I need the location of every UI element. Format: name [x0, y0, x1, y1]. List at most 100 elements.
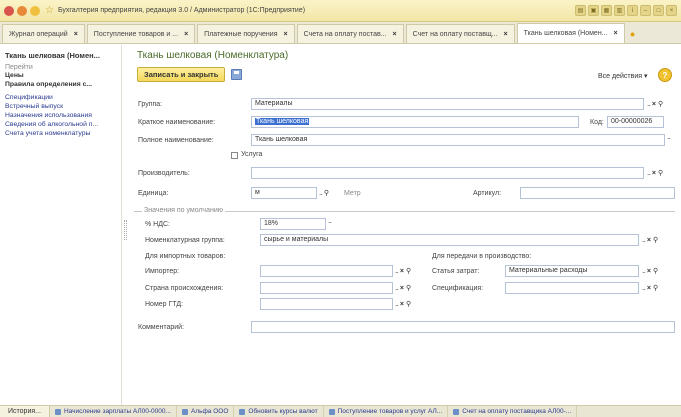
open-search-icon[interactable]: ⚲: [406, 284, 411, 292]
close-tab-icon[interactable]: ×: [614, 30, 618, 37]
tab-receipts[interactable]: Поступление товаров и ... ×: [86, 24, 196, 43]
close-icon[interactable]: ×: [666, 5, 677, 16]
close-tab-icon[interactable]: ×: [184, 31, 188, 38]
spec-field-buttons: ... × ⚲: [642, 282, 658, 294]
select-dots-icon[interactable]: ...: [647, 101, 651, 108]
gtd-field[interactable]: [260, 298, 393, 310]
favorites-star-icon[interactable]: ☆: [45, 5, 54, 16]
save-icon[interactable]: ▣: [588, 5, 599, 16]
group-field-buttons: ... × ⚲: [647, 98, 663, 110]
short-name-field[interactable]: Ткань шелковая: [251, 116, 579, 128]
history-item[interactable]: Счет на оплату поставщика АЛ00-...: [448, 405, 578, 417]
nav-form-title: Ткань шелковая (Номен...: [5, 51, 100, 60]
help-icon[interactable]: ?: [658, 68, 672, 82]
spec-field[interactable]: [505, 282, 639, 294]
clear-icon[interactable]: ×: [647, 268, 651, 275]
close-tab-icon[interactable]: ×: [504, 31, 508, 38]
close-tab-icon[interactable]: ×: [74, 31, 78, 38]
origin-label: Страна происхождения:: [145, 285, 224, 292]
cost-item-field-buttons: ... × ⚲: [642, 265, 658, 277]
forward-icon[interactable]: [30, 5, 40, 16]
nav-item-usage-purposes[interactable]: Назначения использования: [5, 111, 116, 120]
clear-icon[interactable]: ×: [400, 285, 404, 292]
clear-icon[interactable]: ×: [647, 237, 651, 244]
open-search-icon[interactable]: ⚲: [658, 169, 663, 177]
save-disk-icon[interactable]: [231, 69, 242, 80]
importer-field[interactable]: [260, 265, 393, 277]
clear-icon[interactable]: ×: [400, 268, 404, 275]
full-name-field[interactable]: Ткань шелковая: [251, 134, 665, 146]
open-search-icon[interactable]: ⚲: [406, 300, 411, 308]
select-dots-icon[interactable]: ...: [319, 190, 323, 197]
clear-icon[interactable]: ×: [652, 170, 656, 177]
tab-silk-fabric[interactable]: Ткань шелковая (Номен... ×: [516, 23, 625, 43]
history-item[interactable]: Альфа ООО: [177, 405, 235, 417]
print-icon[interactable]: ▤: [575, 5, 586, 16]
group-field[interactable]: Материалы: [251, 98, 644, 110]
unit-field-buttons: ... ⚲: [319, 187, 329, 199]
full-name-dots-icon[interactable]: ...: [667, 134, 671, 146]
nav-item-counter-release[interactable]: Встречный выпуск: [5, 102, 116, 111]
cost-item-field[interactable]: Материальные расходы: [505, 265, 639, 277]
unit-field[interactable]: м: [251, 187, 317, 199]
short-name-value: Ткань шелковая: [255, 118, 310, 125]
history-item[interactable]: Обновить курсы валют: [234, 405, 324, 417]
nom-group-field[interactable]: сырье и материалы: [260, 234, 639, 246]
open-search-icon[interactable]: ⚲: [658, 100, 663, 108]
service-checkbox[interactable]: [231, 152, 238, 159]
nav-item-prices[interactable]: Цены: [5, 71, 116, 80]
back-icon[interactable]: [17, 5, 27, 16]
close-tab-icon[interactable]: ×: [284, 31, 288, 38]
save-and-close-button[interactable]: Записать и закрыть: [137, 67, 226, 82]
origin-field[interactable]: [260, 282, 393, 294]
spec-label: Спецификация:: [432, 285, 484, 292]
clear-icon[interactable]: ×: [400, 301, 404, 308]
tab-more-icon[interactable]: ●: [627, 24, 639, 43]
close-tab-icon[interactable]: ×: [393, 31, 397, 38]
select-dots-icon[interactable]: ...: [395, 301, 399, 308]
history-item[interactable]: Начисление зарплаты АЛ00-0000...: [50, 405, 177, 417]
comment-field[interactable]: [251, 321, 675, 333]
open-search-icon[interactable]: ⚲: [653, 267, 658, 275]
select-dots-icon[interactable]: ...: [647, 170, 651, 177]
navigation-panel: Ткань шелковая (Номен... Перейти Цены Пр…: [0, 45, 122, 405]
maximize-icon[interactable]: □: [653, 5, 664, 16]
vat-dots-icon[interactable]: ...: [328, 218, 332, 230]
open-search-icon[interactable]: ⚲: [324, 189, 329, 197]
nav-item-rules[interactable]: Правила определения с...: [5, 80, 116, 89]
info-icon[interactable]: i: [627, 5, 638, 16]
select-dots-icon[interactable]: ...: [642, 285, 646, 292]
manufacturer-field[interactable]: [251, 167, 644, 179]
clear-icon[interactable]: ×: [647, 285, 651, 292]
panel-splitter[interactable]: [124, 220, 127, 240]
nav-item-specifications[interactable]: Спецификации: [5, 93, 116, 102]
select-dots-icon[interactable]: ...: [642, 268, 646, 275]
tab-supplier-invoice[interactable]: Счет на оплату поставщ... ×: [405, 24, 515, 43]
document-icon: [54, 408, 61, 415]
history-button[interactable]: История...: [0, 405, 50, 417]
open-search-icon[interactable]: ⚲: [406, 267, 411, 275]
open-search-icon[interactable]: ⚲: [653, 284, 658, 292]
select-dots-icon[interactable]: ...: [395, 285, 399, 292]
tab-bar: Журнал операций × Поступление товаров и .…: [0, 22, 681, 44]
code-field[interactable]: 00-00000026: [607, 116, 664, 128]
calc-icon[interactable]: ▦: [601, 5, 612, 16]
article-field[interactable]: [520, 187, 675, 199]
close-window-icon[interactable]: [4, 5, 14, 16]
select-dots-icon[interactable]: ...: [642, 237, 646, 244]
clear-icon[interactable]: ×: [652, 101, 656, 108]
tab-payment-orders[interactable]: Платежные поручения ×: [197, 24, 295, 43]
production-header: Для передачи в производство:: [432, 253, 532, 260]
nav-item-accounts[interactable]: Счета учета номенклатуры: [5, 129, 116, 138]
open-search-icon[interactable]: ⚲: [653, 236, 658, 244]
document-icon: [239, 408, 246, 415]
minimize-icon[interactable]: –: [640, 5, 651, 16]
nav-item-alcohol-info[interactable]: Сведения об алкогольной п...: [5, 120, 116, 129]
history-item[interactable]: Поступление товаров и услуг АЛ...: [324, 405, 449, 417]
all-actions-menu[interactable]: Все действия ▾: [598, 72, 647, 80]
calendar-icon[interactable]: ▥: [614, 5, 625, 16]
vat-field[interactable]: 18%: [260, 218, 326, 230]
tab-supplier-invoices[interactable]: Счета на оплату постав... ×: [296, 24, 404, 43]
tab-journal[interactable]: Журнал операций ×: [2, 24, 85, 43]
select-dots-icon[interactable]: ...: [395, 268, 399, 275]
